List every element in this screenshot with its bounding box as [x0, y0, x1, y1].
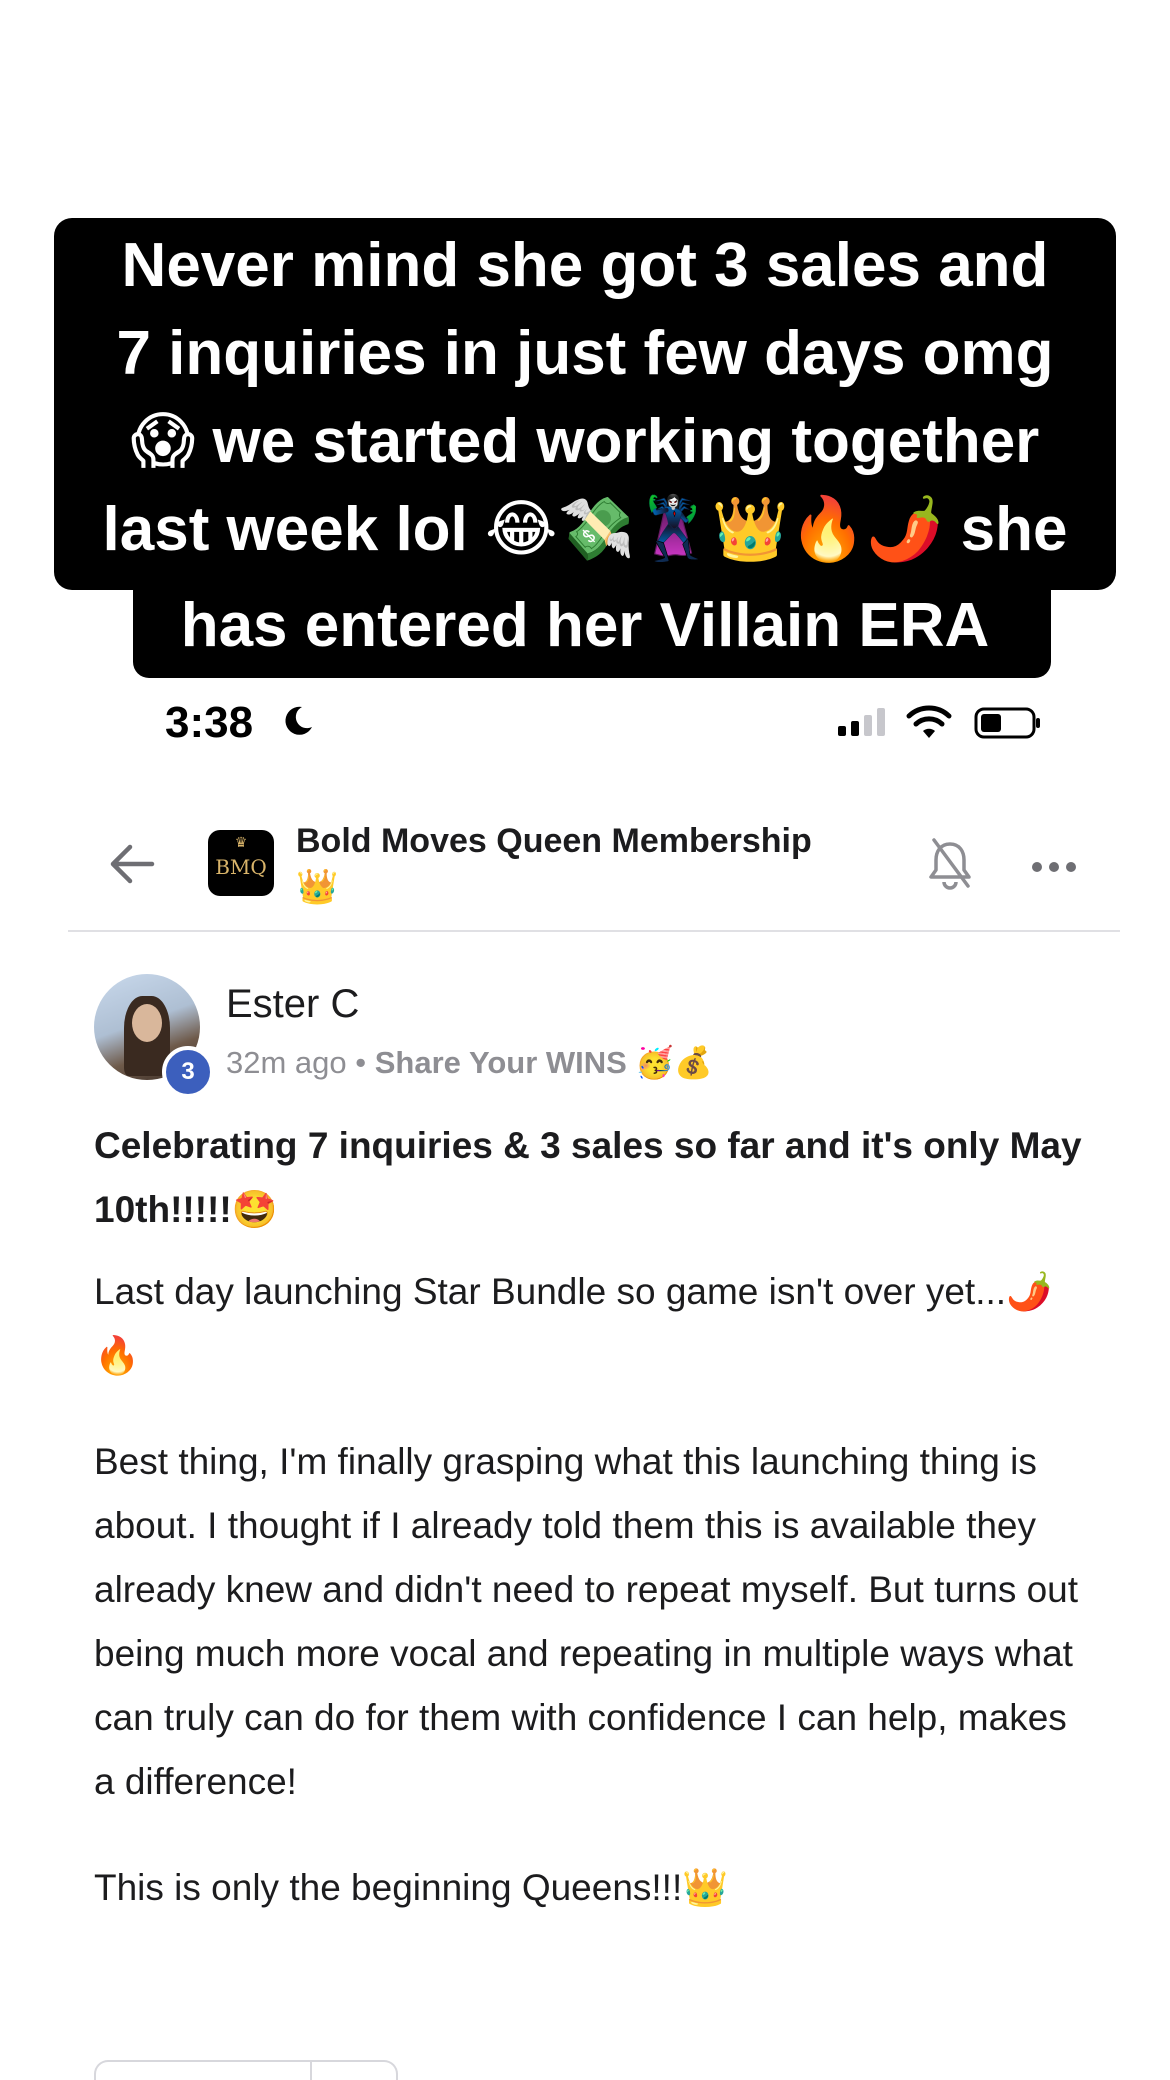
bell-off-icon[interactable]	[926, 836, 974, 890]
post-author[interactable]: Ester C	[226, 982, 359, 1027]
group-title[interactable]: Bold Moves Queen Membership 👑	[296, 818, 856, 910]
app-screenshot: 3:38 ♛ BMQ Bold Moves Queen Membership 👑	[68, 650, 1120, 2080]
post-meta: 32m ago • Share Your WINS 🥳💰	[226, 1044, 713, 1081]
group-header: ♛ BMQ Bold Moves Queen Membership 👑	[68, 800, 1120, 932]
post-paragraph: Last day launching Star Bundle so game i…	[94, 1271, 1053, 1376]
wifi-icon	[906, 705, 952, 738]
post-paragraph: This is only the beginning Queens!!!👑	[94, 1867, 729, 1908]
reaction-bar[interactable]	[94, 2060, 398, 2080]
signal-icon	[838, 708, 885, 736]
meta-separator: •	[346, 1045, 375, 1080]
more-icon[interactable]	[1030, 860, 1078, 874]
caption-line-4: last week lol 😂💸🦹‍♀️👑🔥🌶️ she	[102, 495, 1068, 564]
post-paragraph: Best thing, I'm finally grasping what th…	[94, 1441, 1079, 1802]
status-time: 3:38	[165, 698, 254, 747]
post-title: Celebrating 7 inquiries & 3 sales so far…	[94, 1125, 1082, 1230]
battery-icon	[974, 707, 1040, 739]
group-logo-text: BMQ	[215, 855, 267, 879]
post-time: 32m ago	[226, 1045, 347, 1080]
caption-line-3: 😱 we started working together	[130, 407, 1040, 476]
level-badge: 3	[162, 1046, 214, 1098]
caption-line-5: has entered her Villain ERA	[180, 591, 990, 660]
caption-line-2: 7 inquiries in just few days omg	[116, 319, 1054, 388]
back-arrow-icon[interactable]	[108, 842, 156, 886]
reaction-divider	[310, 2062, 312, 2080]
post-category[interactable]: Share Your WINS 🥳💰	[375, 1045, 713, 1080]
group-logo[interactable]: ♛ BMQ	[208, 830, 274, 896]
caption-line-1: Never mind she got 3 sales and	[121, 231, 1049, 300]
moon-icon	[285, 706, 312, 735]
post-body: Last day launching Star Bundle so game i…	[94, 1260, 1094, 1962]
